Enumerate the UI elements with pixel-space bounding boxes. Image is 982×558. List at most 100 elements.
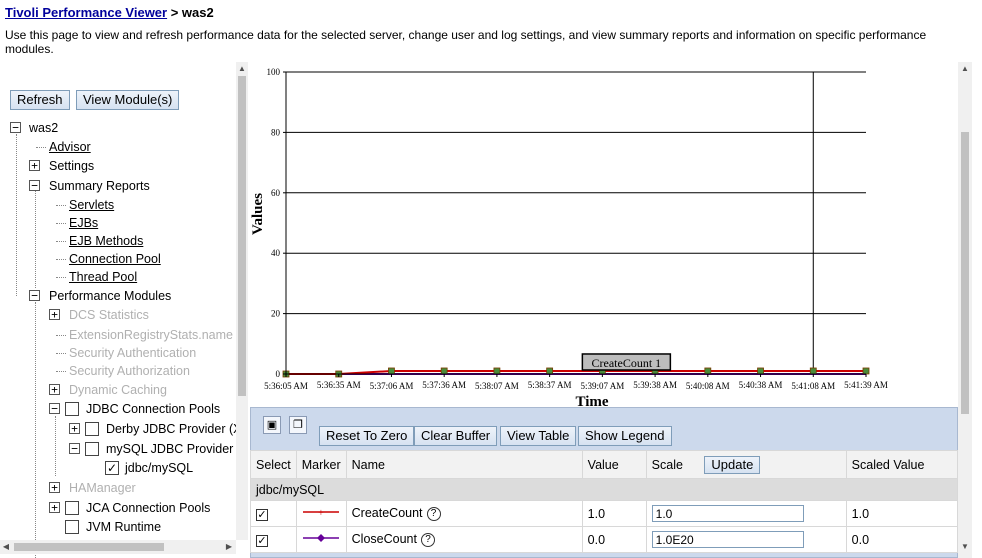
x-tick-label: 5:41:08 AM <box>791 381 835 391</box>
svg-text:+: + <box>318 508 324 518</box>
jca-pools-checkbox[interactable] <box>65 501 79 515</box>
expand-icon[interactable]: + <box>49 384 60 395</box>
tree-node-ejbs[interactable]: EJBs <box>69 215 98 231</box>
tree-guide <box>56 259 66 260</box>
x-tick-label: 5:39:38 AM <box>633 380 677 390</box>
data-point <box>757 367 764 375</box>
tree-node-connection-pool[interactable]: Connection Pool <box>69 251 161 267</box>
tree-node-jca-connection-pools[interactable]: JCA Connection Pools <box>86 500 210 516</box>
collapse-icon[interactable]: − <box>29 180 40 191</box>
mysql-provider-checkbox[interactable] <box>85 442 99 456</box>
data-point <box>862 367 870 375</box>
breadcrumb-current: was2 <box>181 5 214 20</box>
row-value: 1.0 <box>581 500 647 527</box>
scroll-up-icon[interactable]: ▲ <box>236 64 248 74</box>
tree-node-advisor[interactable]: Advisor <box>49 139 91 155</box>
derby-provider-checkbox[interactable] <box>85 422 99 436</box>
data-point <box>704 367 712 375</box>
scale-input[interactable] <box>651 531 804 548</box>
collapse-icon[interactable]: − <box>29 290 40 301</box>
scale-input[interactable] <box>651 505 804 522</box>
help-icon[interactable]: ? <box>420 532 435 547</box>
view-table-button[interactable]: View Table <box>500 426 577 446</box>
expand-icon[interactable]: + <box>29 160 40 171</box>
col-scaled-value: Scaled Value <box>845 450 959 479</box>
data-point <box>388 367 395 375</box>
row-value: 0.0 <box>581 526 647 553</box>
chart-svg: 0 20 40 60 80 100 5:36:05 AM 5:36:35 AM 5:37:06 … <box>250 67 888 410</box>
tree-node-jdbc-connection-pools[interactable]: JDBC Connection Pools <box>86 401 220 417</box>
tree-guide <box>16 134 17 296</box>
row-select-checkbox[interactable]: ✓ <box>256 534 268 547</box>
scroll-up-icon[interactable]: ▲ <box>959 64 971 74</box>
tree-node-mysql-provider[interactable]: mySQL JDBC Provider <box>106 441 233 457</box>
tree-node-ejb-methods[interactable]: EJB Methods <box>69 233 143 249</box>
x-tick-label: 5:41:39 AM <box>844 380 888 390</box>
scroll-left-icon[interactable]: ◀ <box>1 542 11 552</box>
tree-horizontal-scrollbar[interactable]: ◀ ▶ <box>0 540 236 554</box>
tree-node-jvm-runtime[interactable]: JVM Runtime <box>86 519 161 535</box>
reset-to-zero-button[interactable]: Reset To Zero <box>319 426 415 446</box>
tree-node-thread-pool[interactable]: Thread Pool <box>69 269 137 285</box>
tree-node-security-authentication: Security Authentication <box>69 346 197 360</box>
tree-node-summary-reports[interactable]: Summary Reports <box>49 178 150 194</box>
update-scale-button[interactable]: Update <box>704 455 761 474</box>
table-row: ✓ + CreateCount? 1.0 1.0 <box>250 500 959 527</box>
tree-node-was2[interactable]: was2 <box>29 120 58 136</box>
scroll-thumb[interactable] <box>14 543 164 551</box>
x-tick-label: 5:36:35 AM <box>317 380 361 390</box>
tree-guide <box>56 335 66 336</box>
tree-node-servlets[interactable]: Servlets <box>69 197 114 213</box>
row-name: CloseCount <box>351 532 417 547</box>
clear-buffer-button[interactable]: Clear Buffer <box>414 426 498 446</box>
show-legend-button[interactable]: Show Legend <box>578 426 672 446</box>
col-scale: Scale Update <box>645 450 847 479</box>
tree-node-jdbc-mysql[interactable]: jdbc/mySQL <box>125 460 193 476</box>
y-tick-label: 60 <box>271 188 281 198</box>
x-tick-label: 5:38:37 AM <box>528 380 572 390</box>
tree-guide <box>56 205 66 206</box>
scroll-right-icon[interactable]: ▶ <box>224 542 234 552</box>
col-value: Value <box>581 450 647 479</box>
tree-node-dcs-statistics: DCS Statistics <box>69 308 149 322</box>
x-tick-label: 5:40:08 AM <box>686 381 730 391</box>
tree-guide <box>55 416 56 476</box>
scroll-thumb[interactable] <box>238 76 246 396</box>
expand-icon[interactable]: + <box>49 502 60 513</box>
tree-node-performance-modules[interactable]: Performance Modules <box>49 288 171 304</box>
performance-chart: 0 20 40 60 80 100 5:36:05 AM 5:36:35 AM 5:37:06 … <box>250 62 958 410</box>
y-tick-label: 40 <box>271 248 281 258</box>
tree-node-derby-provider[interactable]: Derby JDBC Provider (X <box>106 421 241 437</box>
tree-guide <box>35 190 36 288</box>
select-all-icon[interactable]: ▣ <box>263 416 281 434</box>
scroll-thumb[interactable] <box>961 132 969 414</box>
tree-node-settings[interactable]: Settings <box>49 158 94 174</box>
group-label: jdbc/mySQL <box>250 478 958 501</box>
scroll-down-icon[interactable]: ▼ <box>959 542 971 552</box>
deselect-all-icon[interactable]: ❐ <box>289 416 307 434</box>
marker-swatch <box>302 534 339 542</box>
expand-icon[interactable]: + <box>49 482 60 493</box>
collapse-icon[interactable]: − <box>10 122 21 133</box>
row-select-checkbox[interactable]: ✓ <box>256 508 268 521</box>
x-tick-label: 5:39:07 AM <box>580 381 624 391</box>
collapse-icon[interactable]: − <box>69 443 80 454</box>
help-icon[interactable]: ? <box>426 506 441 521</box>
x-tick-label: 5:37:06 AM <box>370 381 414 391</box>
module-tree-pane: Refresh View Module(s) − was2 Advisor + … <box>0 62 248 558</box>
tree-node-extension-registry: ExtensionRegistryStats.name <box>69 328 233 342</box>
jvm-runtime-checkbox[interactable] <box>65 520 79 534</box>
main-vertical-scrollbar[interactable]: ▲ ▼ <box>958 62 972 558</box>
expand-icon[interactable]: + <box>69 423 80 434</box>
page-description: Use this page to view and refresh perfor… <box>5 28 927 56</box>
tree-guide <box>56 241 66 242</box>
data-tooltip-text: CreateCount 1 <box>592 356 662 370</box>
jdbc-pools-checkbox[interactable] <box>65 402 79 416</box>
jdbc-mysql-checkbox[interactable]: ✓ <box>105 461 119 475</box>
col-scale-label: Scale <box>651 457 683 472</box>
collapse-icon[interactable]: − <box>49 403 60 414</box>
tree-vertical-scrollbar[interactable]: ▲ <box>236 62 248 540</box>
expand-icon[interactable]: + <box>49 309 60 320</box>
breadcrumb-link-tpv[interactable]: Tivoli Performance Viewer <box>5 5 167 20</box>
tree-guide <box>36 147 46 148</box>
